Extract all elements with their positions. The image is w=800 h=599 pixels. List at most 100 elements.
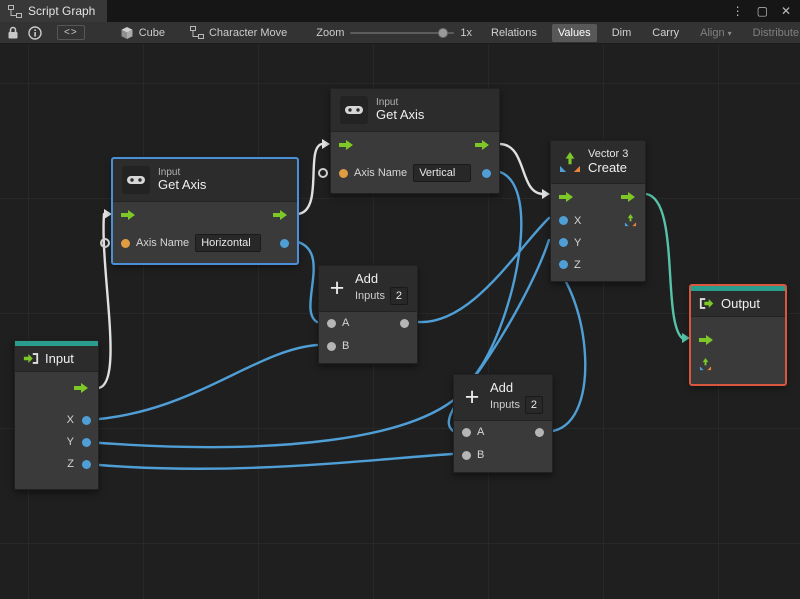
port-row-z: Z — [551, 254, 645, 276]
wire-flow-vector3-to-output[interactable] — [644, 192, 684, 340]
flow-out-port[interactable] — [74, 382, 90, 394]
port-row-b: B — [454, 444, 552, 467]
menu-icon[interactable]: ⋮ — [732, 4, 744, 18]
node-title: Output — [721, 296, 761, 311]
zoom-label: Zoom — [316, 26, 345, 39]
x-output-port[interactable] — [82, 415, 91, 425]
port-row-a: A — [454, 421, 552, 444]
axis-name-field[interactable] — [195, 234, 262, 252]
wire-data-add-top-to-vector3-x[interactable] — [416, 216, 551, 324]
context-cube-button[interactable]: Cube — [116, 24, 169, 42]
sum-output-port[interactable] — [400, 318, 409, 328]
node-header: Input — [15, 346, 98, 372]
graph-breadcrumb-button[interactable]: Character Move — [186, 24, 291, 41]
axis-name-input-port[interactable] — [339, 168, 348, 178]
input-b-port[interactable] — [462, 450, 471, 460]
unity-script-graph-window: Script Graph ⋮ ▢ ✕ <> Cube Character Mov… — [0, 0, 800, 599]
flow-in-port[interactable] — [121, 209, 137, 221]
wire-data-getaxis-h-to-add-top-a[interactable] — [296, 240, 319, 324]
node-add-bottom[interactable]: + Add Inputs A B — [453, 374, 553, 473]
dim-toggle[interactable]: Dim — [606, 24, 638, 42]
flow-in-port[interactable] — [559, 191, 575, 203]
param-label: Axis Name — [136, 237, 190, 249]
values-toggle[interactable]: Values — [551, 23, 597, 42]
wire-flow-getaxis-v-to-vector3[interactable] — [498, 142, 544, 196]
node-category: Vector 3 — [588, 148, 629, 160]
flow-ports-row — [113, 202, 297, 228]
node-graph-input[interactable]: Input X Y Z — [14, 340, 99, 490]
add-icon: + — [464, 383, 480, 412]
port-label: Z — [67, 458, 74, 470]
value-ports-row: Axis Name — [318, 158, 499, 188]
flow-in-port[interactable] — [699, 334, 715, 346]
sum-output-port[interactable] — [535, 427, 544, 437]
node-get-axis-horizontal[interactable]: Input Get Axis Axis Name — [100, 158, 298, 264]
node-header: Input Get Axis — [331, 89, 499, 132]
y-output-port[interactable] — [82, 437, 91, 447]
unconnected-port-icon[interactable] — [318, 168, 328, 178]
context-label: Cube — [138, 26, 165, 39]
node-graph-output[interactable]: Output — [690, 285, 786, 385]
y-input-port[interactable] — [559, 238, 568, 248]
port-row-x: X — [15, 409, 98, 431]
inputs-count-field[interactable] — [524, 395, 543, 414]
relations-toggle[interactable]: Relations — [485, 24, 543, 42]
inputs-count-field[interactable] — [389, 286, 408, 305]
input-b-port[interactable] — [327, 341, 336, 351]
vector-port-row — [691, 353, 785, 375]
graph-name-label: Character Move — [208, 26, 288, 39]
output-icon — [699, 297, 715, 310]
result-output-port[interactable] — [280, 238, 289, 248]
graph-canvas[interactable]: Input Get Axis Axis Name Input — [0, 44, 800, 599]
flow-out-port[interactable] — [621, 191, 637, 203]
zoom-slider[interactable] — [350, 27, 455, 39]
tab-script-graph[interactable]: Script Graph — [0, 0, 108, 22]
flow-in-port[interactable] — [339, 139, 355, 151]
z-input-port[interactable] — [559, 260, 568, 270]
node-get-axis-vertical[interactable]: Input Get Axis Axis Name — [318, 88, 500, 194]
info-icon[interactable] — [28, 26, 42, 40]
carry-toggle[interactable]: Carry — [646, 24, 685, 42]
port-label: Y — [574, 236, 582, 249]
result-output-port[interactable] — [482, 168, 491, 178]
input-a-port[interactable] — [327, 318, 336, 328]
node-title: Get Axis — [158, 177, 207, 193]
node-vector3-create[interactable]: Vector 3 Create X Y Z — [550, 140, 646, 282]
zoom-slider-handle[interactable] — [438, 27, 449, 38]
port-label: X — [574, 214, 582, 227]
node-add-top[interactable]: + Add Inputs A B — [318, 265, 418, 364]
code-icon[interactable]: <> — [57, 25, 85, 40]
lock-icon[interactable] — [7, 26, 19, 40]
port-label: X — [66, 414, 74, 426]
vector3-port-icon[interactable] — [699, 358, 712, 371]
wire-arrowhead — [542, 189, 550, 199]
align-dropdown[interactable]: Align ▾ — [694, 24, 737, 42]
flow-ports-row — [691, 327, 785, 353]
param-label: Axis Name — [354, 167, 408, 179]
maximize-icon[interactable]: ▢ — [757, 4, 768, 18]
zoom-control: Zoom 1x — [316, 27, 472, 39]
vector3-port-icon[interactable] — [624, 214, 637, 227]
x-input-port[interactable] — [559, 216, 568, 226]
distribute-dropdown[interactable]: Distribute▾ — [747, 24, 800, 42]
gamepad-icon — [122, 166, 150, 194]
flow-out-port[interactable] — [273, 209, 289, 221]
z-output-port[interactable] — [82, 459, 91, 469]
axis-name-field[interactable] — [413, 164, 472, 182]
port-label: A — [342, 317, 350, 330]
wire-data-input-z-to-add-bottom-b[interactable] — [85, 452, 454, 470]
chevron-down-icon: ▾ — [727, 28, 732, 38]
flow-out-port[interactable] — [475, 139, 491, 151]
axis-name-input-port[interactable] — [121, 238, 130, 248]
unconnected-port-icon[interactable] — [100, 238, 110, 248]
port-label: Z — [574, 258, 581, 271]
wire-data-input-x-to-add-top-b[interactable] — [85, 343, 319, 422]
inputs-label: Inputs — [355, 289, 385, 302]
input-a-port[interactable] — [462, 427, 471, 437]
close-icon[interactable]: ✕ — [781, 4, 791, 18]
port-row-y: Y — [15, 431, 98, 453]
node-title: Get Axis — [376, 107, 425, 123]
wire-data-add-bottom-to-vector3-z[interactable] — [549, 260, 587, 433]
wire-flow-getaxis-h-to-v[interactable] — [296, 142, 324, 216]
script-graph-icon — [8, 5, 22, 18]
